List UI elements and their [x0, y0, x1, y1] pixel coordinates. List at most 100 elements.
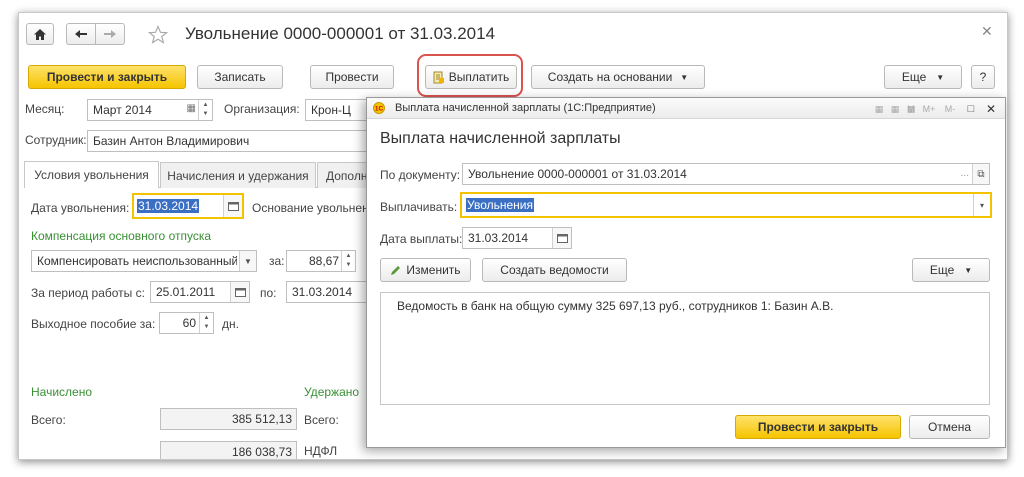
back-button[interactable]	[66, 23, 96, 45]
pay-type-label: Выплачивать:	[380, 200, 458, 214]
compensation-select[interactable]: Компенсировать неиспользованный отпуск ▼	[31, 250, 257, 272]
open-icon[interactable]: ⧉	[972, 164, 989, 184]
dropdown-icon[interactable]: ▼	[239, 251, 256, 271]
document-pay-icon	[433, 71, 444, 83]
home-icon	[34, 28, 46, 40]
dismissal-date-field[interactable]: 31.03.2014	[132, 193, 244, 219]
calendar-icon[interactable]: ▦	[187, 103, 196, 114]
post-and-close-button[interactable]: Провести и закрыть	[28, 65, 186, 89]
withheld-title: Удержано	[304, 385, 360, 399]
dismissal-date-label: Дата увольнения:	[31, 201, 130, 215]
accrued-title: Начислено	[31, 385, 93, 399]
doc-field[interactable]: Увольнение 0000-000001 от 31.03.2014 ...…	[462, 163, 990, 185]
compensation-title: Компенсация основного отпуска	[31, 229, 212, 243]
total-accrued-value: 385 512,13	[160, 408, 297, 430]
cancel-button[interactable]: Отмена	[909, 415, 990, 439]
reason-label: Основание увольнения	[252, 201, 382, 215]
period-from-value: 25.01.2011	[156, 285, 216, 299]
statement-area[interactable]: Ведомость в банк на общую сумму 325 697,…	[380, 292, 990, 405]
severance-spinner[interactable]: ▲ ▼	[199, 313, 213, 333]
help-button[interactable]: ?	[971, 65, 995, 89]
arrow-left-icon	[75, 30, 87, 38]
pay-date-field[interactable]: 31.03.2014	[462, 227, 572, 249]
dialog-window-title: Выплата начисленной зарплаты (1С:Предпри…	[395, 102, 656, 114]
edit-label: Изменить	[406, 263, 461, 277]
pay-date-value: 31.03.2014	[468, 231, 529, 245]
month-value: Март 2014	[93, 103, 152, 117]
close-icon[interactable]: ✕	[981, 23, 993, 40]
dialog-heading: Выплата начисленной зарплаты	[380, 130, 621, 147]
calendar-icon[interactable]	[223, 195, 242, 217]
caret-down-icon: ▼	[680, 72, 689, 82]
tab-dismissal-conditions[interactable]: Условия увольнения	[24, 161, 159, 188]
calendar-icon[interactable]	[552, 228, 571, 248]
toolbar-icon[interactable]: ▦	[871, 102, 887, 116]
memory-m-icon[interactable]: M	[903, 102, 919, 116]
severance-value: 60	[182, 316, 196, 330]
period-to-field[interactable]: 31.03.2014	[286, 281, 368, 303]
for-value: 88,67	[308, 254, 339, 268]
dialog-more-label: Еще	[929, 263, 955, 277]
memory-minus-icon[interactable]: M-	[941, 102, 959, 116]
pay-type-value: Увольнения	[466, 198, 534, 212]
cut-row-value: 186 038,73	[160, 441, 297, 459]
for-spinner[interactable]: ▲ ▼	[341, 251, 355, 271]
month-field[interactable]: Март 2014 ▦ ▲ ▼	[87, 99, 213, 121]
memory-plus-icon[interactable]: M+	[919, 102, 939, 116]
org-label: Организация:	[224, 102, 300, 116]
month-spinner[interactable]: ▲ ▼	[198, 100, 212, 120]
app-1c-icon: 1C	[373, 102, 385, 114]
more-button[interactable]: Еще ▼	[884, 65, 962, 89]
pay-button[interactable]: Выплатить	[425, 65, 517, 89]
tab-additional[interactable]: Дополнительно	[317, 162, 369, 188]
toolbar-icon[interactable]: ▦	[887, 102, 903, 116]
home-button[interactable]	[26, 23, 54, 45]
close-icon[interactable]: ✕	[983, 102, 999, 116]
create-statements-button[interactable]: Создать ведомости	[482, 258, 627, 282]
payment-dialog: 1C Выплата начисленной зарплаты (1С:Пред…	[366, 97, 1006, 448]
save-button[interactable]: Записать	[197, 65, 283, 89]
pay-button-label: Выплатить	[448, 70, 510, 84]
document-title: Увольнение 0000-000001 от 31.03.2014	[185, 24, 496, 43]
dismissal-date-value: 31.03.2014	[137, 199, 200, 213]
dialog-post-and-close-button[interactable]: Провести и закрыть	[735, 415, 901, 439]
forward-button[interactable]	[95, 23, 125, 45]
period-label: За период работы с:	[31, 286, 145, 300]
employee-label: Сотрудник:	[25, 133, 87, 147]
doc-label: По документу:	[380, 168, 461, 182]
star-icon[interactable]	[148, 25, 168, 45]
caret-down-icon: ▼	[936, 72, 945, 82]
dialog-more-button[interactable]: Еще ▼	[912, 258, 990, 282]
severance-label: Выходное пособие за:	[31, 317, 156, 331]
for-label: за:	[269, 254, 285, 268]
period-from-field[interactable]: 25.01.2011	[150, 281, 250, 303]
arrow-right-icon	[104, 30, 116, 38]
pay-date-label: Дата выплаты:	[380, 232, 463, 246]
calendar-icon[interactable]	[230, 282, 249, 302]
total-accrued-label: Всего:	[31, 413, 66, 427]
cut-row-label: НДФЛ	[304, 444, 338, 458]
for-field[interactable]: 88,67 ▲ ▼	[286, 250, 356, 272]
edit-button[interactable]: Изменить	[380, 258, 471, 282]
period-to-label: по:	[260, 286, 277, 300]
pay-type-select[interactable]: Увольнения ▾	[460, 192, 992, 218]
ellipsis-icon[interactable]: ...	[961, 168, 969, 179]
tab-accruals-deductions[interactable]: Начисления и удержания	[160, 162, 316, 188]
doc-value: Увольнение 0000-000001 от 31.03.2014	[468, 167, 687, 181]
minimize-icon[interactable]: □	[963, 102, 979, 116]
create-based-on-button[interactable]: Создать на основании ▼	[531, 65, 705, 89]
dropdown-icon[interactable]: ▾	[973, 194, 990, 216]
pencil-icon	[391, 265, 401, 275]
dialog-titlebar: 1C Выплата начисленной зарплаты (1С:Пред…	[367, 98, 1005, 119]
org-field[interactable]: Крон-Ц	[305, 99, 367, 121]
month-label: Месяц:	[25, 102, 65, 116]
severance-field[interactable]: 60 ▲ ▼	[159, 312, 214, 334]
compensation-value: Компенсировать неиспользованный отпуск	[37, 254, 237, 268]
total-withheld-label: Всего:	[304, 413, 339, 427]
employee-field[interactable]: Базин Антон Владимирович	[87, 130, 367, 152]
days-label: дн.	[222, 317, 239, 331]
more-label: Еще	[901, 70, 927, 84]
svg-text:1C: 1C	[375, 106, 384, 113]
caret-down-icon: ▼	[964, 265, 973, 275]
post-button[interactable]: Провести	[310, 65, 394, 89]
